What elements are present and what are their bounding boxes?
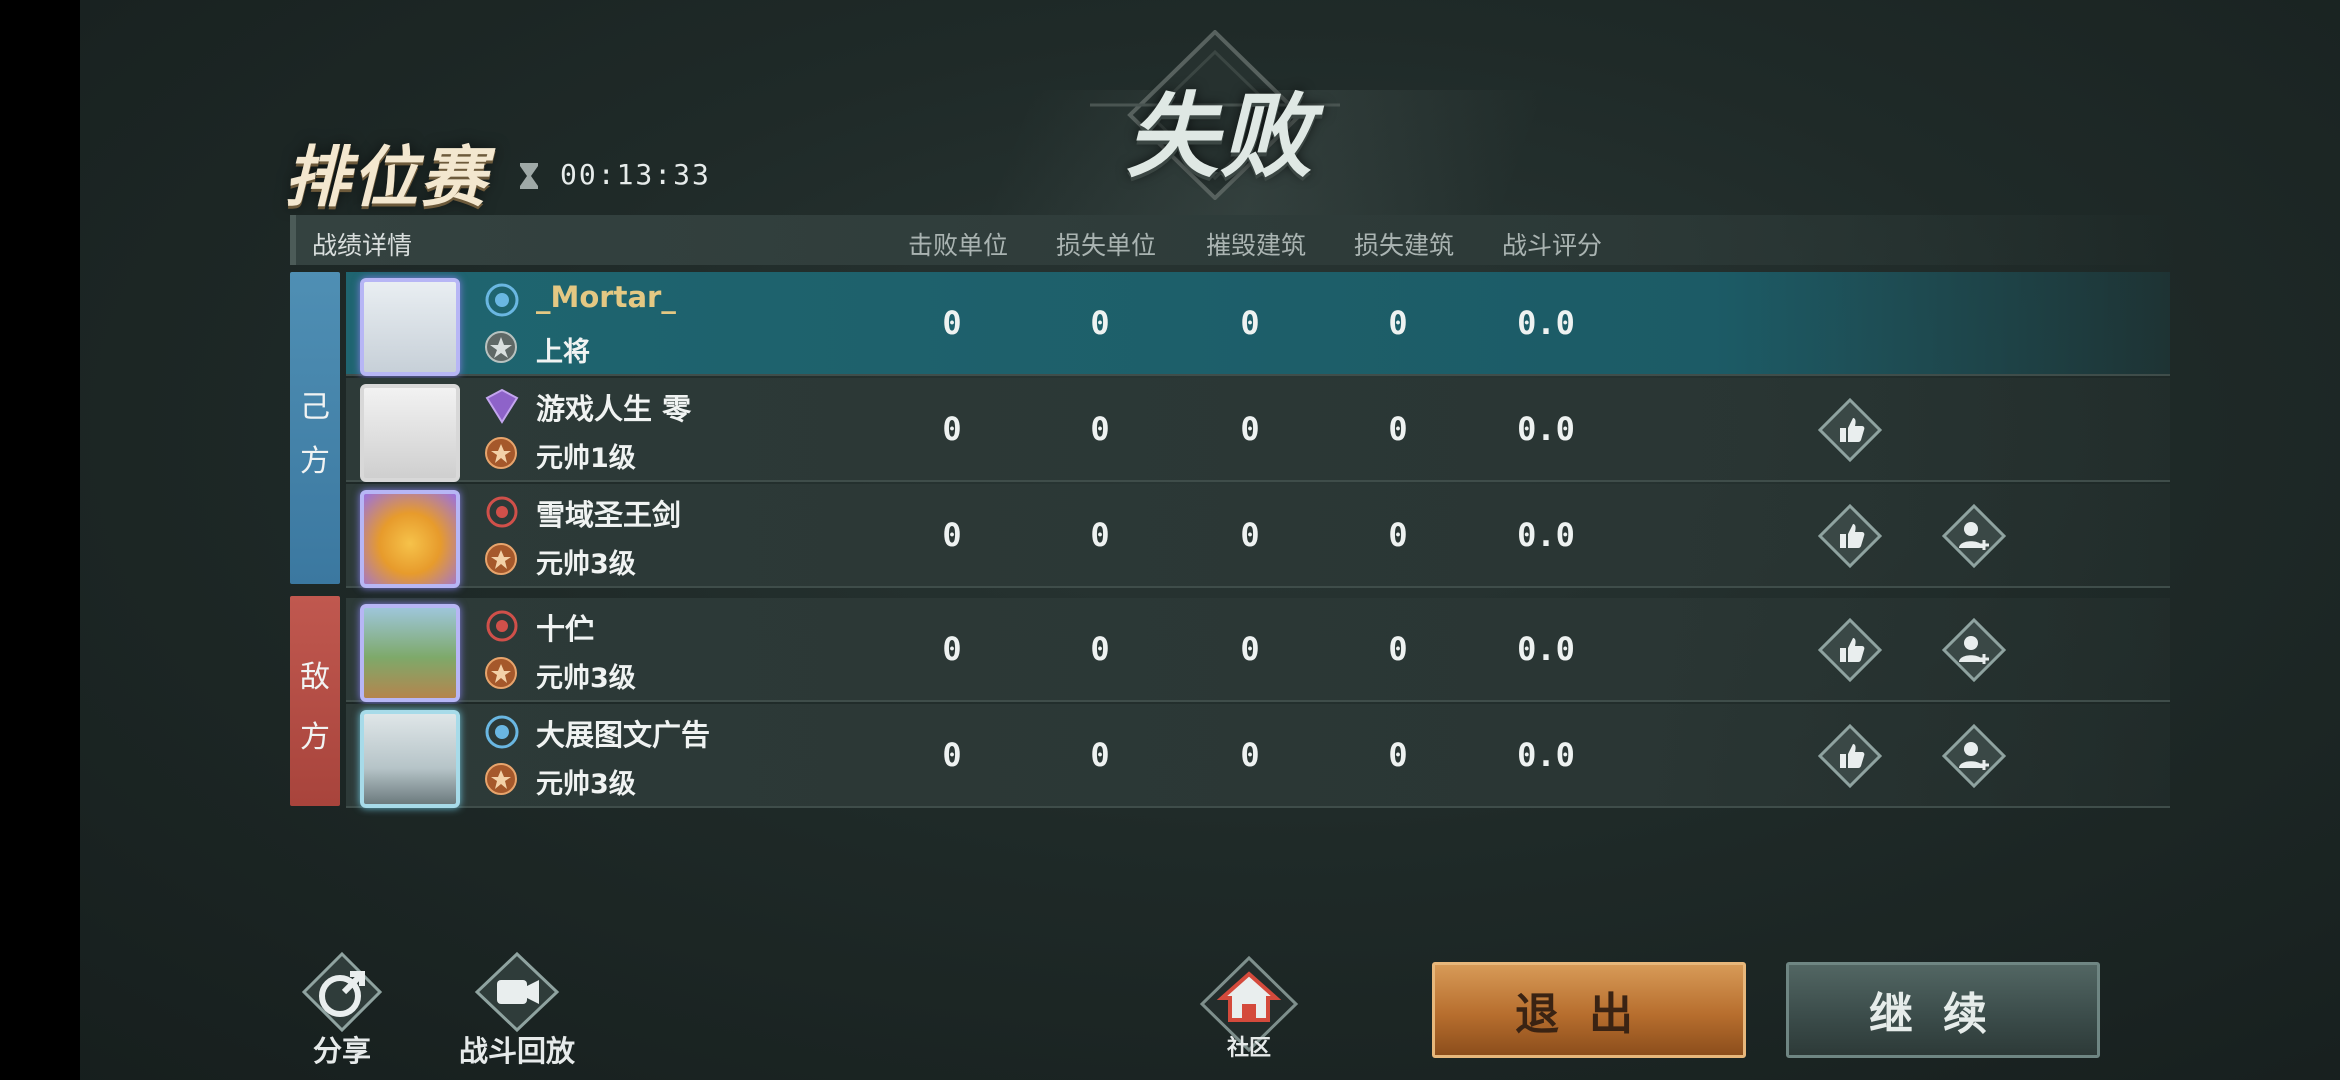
player-row[interactable]: 雪域圣王剑 元帅3级 0 0 0 0 0.0 [346,484,2170,588]
stat-battle-score: 0.0 [1517,516,1575,554]
stat-units-lost: 0 [1090,736,1110,774]
mode-title: 排位赛 [284,139,488,216]
stat-kills: 0 [942,516,962,554]
col-kills: 击败单位 [907,231,1008,260]
player-name: 游戏人生 零 [536,392,692,426]
player-rank: 上将 [536,337,590,368]
add-friend-icon[interactable] [1942,618,2006,682]
player-rank: 元帅1级 [536,443,636,474]
share-button[interactable]: 分享 [292,950,392,1070]
replay-button[interactable]: 战斗回放 [452,950,582,1070]
rank-marshal-icon [485,657,517,689]
thumbs-up-icon[interactable] [1818,618,1882,682]
replay-label: 战斗回放 [458,1034,575,1068]
rank-marshal-icon [485,763,517,795]
player-row[interactable]: 十伫 元帅3级 0 0 0 0 0.0 [346,598,2170,702]
player-row[interactable]: _Mortar_ 上将 0 0 0 0 0.0 [346,272,2170,376]
player-name: _Mortar_ [536,280,676,314]
globe-badge-icon [485,283,519,317]
table-title: 战绩详情 [312,231,413,260]
stat-kills: 0 [942,304,962,342]
stat-units-lost: 0 [1090,410,1110,448]
stat-buildings-destroyed: 0 [1240,410,1260,448]
team-enemy-bar: 敌 方 [290,596,340,806]
purple-badge-icon [485,388,519,424]
team-enemy-label-1: 敌 [300,660,330,695]
stat-buildings-destroyed: 0 [1240,304,1260,342]
add-friend-icon[interactable] [1942,504,2006,568]
stat-battle-score: 0.0 [1517,304,1575,342]
table-header: 战绩详情 击败单位 损失单位 摧毁建筑 损失建筑 战斗评分 [290,215,2176,265]
avatar[interactable] [360,604,460,702]
stat-buildings-destroyed: 0 [1240,736,1260,774]
video-camera-icon [474,951,560,1033]
stat-buildings-destroyed: 0 [1240,516,1260,554]
col-buildings-destroyed: 摧毁建筑 [1205,231,1306,260]
avatar[interactable] [360,710,460,808]
stat-buildings-lost: 0 [1388,304,1408,342]
col-battle-score: 战斗评分 [1501,231,1602,260]
stat-battle-score: 0.0 [1517,736,1575,774]
player-row[interactable]: 大展图文广告 元帅3级 0 0 0 0 0.0 [346,704,2170,808]
thumbs-up-icon[interactable] [1818,504,1882,568]
community-label: 社区 [1226,1036,1271,1061]
exit-button[interactable]: 退出 [1432,962,1746,1058]
player-rank: 元帅3级 [536,769,636,800]
team-enemy-label-2: 方 [300,720,330,755]
result-title: 失败 [1125,83,1314,190]
stat-battle-score: 0.0 [1517,410,1575,448]
stat-buildings-destroyed: 0 [1240,630,1260,668]
match-timer: 00:13:33 [560,158,711,191]
rank-marshal-icon [485,437,517,469]
thumbs-up-icon[interactable] [1818,724,1882,788]
stat-units-lost: 0 [1090,304,1110,342]
stat-buildings-lost: 0 [1388,630,1408,668]
red-badge-icon [486,496,518,528]
continue-button[interactable]: 继续 [1786,962,2100,1058]
avatar[interactable] [360,278,460,376]
community-button[interactable]: 社区 [1196,954,1302,1061]
stat-battle-score: 0.0 [1517,630,1575,668]
rank-marshal-icon [485,543,517,575]
stat-buildings-lost: 0 [1388,516,1408,554]
team-mine-label-2: 方 [300,444,330,479]
player-rank: 元帅3级 [536,549,636,580]
avatar[interactable] [360,384,460,482]
avatar[interactable] [360,490,460,588]
player-name: 雪域圣王剑 [536,498,682,532]
add-friend-icon[interactable] [1942,724,2006,788]
stat-kills: 0 [942,410,962,448]
stat-buildings-lost: 0 [1388,736,1408,774]
hourglass-icon [520,163,538,189]
stat-units-lost: 0 [1090,630,1110,668]
team-mine-bar: 己 方 [290,272,340,584]
screen-edge-bar [0,0,80,1080]
stat-kills: 0 [942,736,962,774]
player-rank: 元帅3级 [536,663,636,694]
col-buildings-lost: 损失建筑 [1353,231,1454,260]
rank-star-icon [485,331,517,363]
stat-buildings-lost: 0 [1388,410,1408,448]
team-mine-label-1: 己 [300,390,330,425]
thumbs-up-icon[interactable] [1818,398,1882,462]
globe-badge-icon [485,715,519,749]
red-badge-icon [486,610,518,642]
player-row[interactable]: 游戏人生 零 元帅1级 0 0 0 0 0.0 [346,378,2170,482]
share-icon [301,951,383,1033]
col-units-lost: 损失单位 [1055,231,1156,260]
player-name: 大展图文广告 [536,718,711,752]
stat-kills: 0 [942,630,962,668]
player-name: 十伫 [536,612,595,646]
share-label: 分享 [312,1034,371,1068]
stat-units-lost: 0 [1090,516,1110,554]
